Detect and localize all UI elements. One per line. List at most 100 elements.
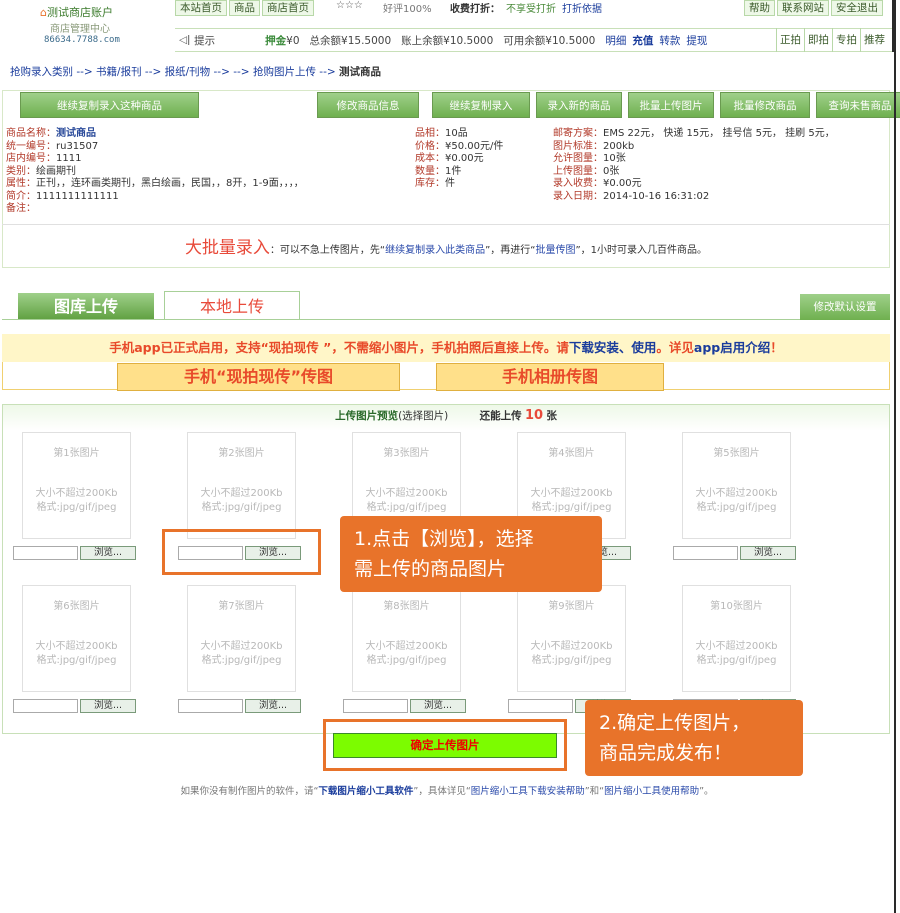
nav-special-auction[interactable]: 专拍 [832, 28, 860, 52]
tab-local-upload[interactable]: 本地上传 [164, 291, 300, 320]
info-row: 允许图量：10张 [553, 153, 835, 166]
file-path-input[interactable] [673, 546, 738, 560]
file-path-input[interactable] [13, 546, 78, 560]
available-balance: 可用余额¥10.5000 [503, 34, 596, 47]
info-value: 绘画期刊 [36, 165, 76, 177]
nav-recommend[interactable]: 推荐 [860, 28, 888, 52]
nav-regular-auction[interactable]: 正拍 [776, 28, 804, 52]
file-path-input[interactable] [508, 699, 573, 713]
usage-help-link[interactable]: 图片缩小工具使用帮助 [604, 786, 699, 797]
batch-edit-button[interactable]: 批量修改商品 [720, 92, 810, 118]
info-row: 商品名称：测试商品 [6, 128, 304, 141]
app-live-upload-button[interactable]: 手机“现拍现传”传图 [117, 363, 400, 391]
browse-button[interactable]: 浏览... [80, 546, 136, 560]
tip-link[interactable]: 提示 [194, 33, 215, 48]
unsold-query-button[interactable]: 查询未售商品 [816, 92, 900, 118]
default-settings-button[interactable]: 修改默认设置 [800, 294, 890, 320]
shop-logo-title[interactable]: ⌂测试商店账户 [40, 4, 113, 20]
info-row: 属性：正刊，，连环画类期刊，黑白绘画，民国，，8开，1-9面，，，， [6, 178, 304, 191]
info-row: 成本：¥0.00元 [415, 153, 503, 166]
breadcrumb-current: 测试商品 [339, 66, 381, 78]
info-key: 图片标准： [553, 140, 603, 152]
new-product-button[interactable]: 录入新的商品 [536, 92, 622, 118]
product-info-right: 邮寄方案：EMS 22元， 快递 15元， 挂号信 5元， 挂刷 5元， 图片标准… [553, 128, 835, 203]
info-key: 简介： [6, 190, 36, 202]
info-key: 品相： [415, 128, 445, 139]
detail-link[interactable]: 明细 [605, 33, 626, 48]
info-value: ¥0.00元 [603, 178, 642, 189]
info-value: 正刊，，连环画类期刊，黑白绘画，民国，，8开，1-9面，，，， [36, 178, 304, 189]
info-key: 类别： [6, 165, 36, 177]
discount-basis-link[interactable]: 打折依据 [562, 4, 602, 15]
file-path-input[interactable] [343, 699, 408, 713]
file-input-row: 浏览... [13, 699, 136, 713]
info-key: 备注： [6, 203, 36, 214]
action-buttons: 继续复制录入这种商品 修改商品信息 继续复制录入 录入新的商品 批量上传图片 批… [20, 92, 900, 118]
browse-button[interactable]: 浏览... [410, 699, 466, 713]
top-nav-left: 本站首页 商品 商店首页 [175, 0, 316, 16]
account-balance: 账上余额¥10.5000 [401, 34, 494, 47]
slot-label: 第2张图片 [218, 448, 265, 459]
batch-image-link[interactable]: 批量传图 [536, 245, 576, 256]
copy-category-link[interactable]: 继续复制录入此类商品 [385, 245, 485, 256]
info-row: 简介：1111111111111 [6, 191, 304, 204]
app-album-upload-button[interactable]: 手机相册传图 [436, 363, 664, 391]
nav-products[interactable]: 商品 [229, 0, 260, 16]
withdraw-link[interactable]: 提现 [686, 33, 707, 48]
copy-entry-this-button[interactable]: 继续复制录入这种商品 [20, 92, 199, 118]
copy-entry-button[interactable]: 继续复制录入 [432, 92, 530, 118]
nav-site-home[interactable]: 本站首页 [175, 0, 227, 16]
rating-stars: ☆☆☆ [336, 0, 363, 11]
speaker-icon: ◁ǀ [179, 34, 191, 46]
batch-upload-button[interactable]: 批量上传图片 [628, 92, 714, 118]
slot-size-hint: 大小不超过200Kb [35, 641, 118, 652]
slot-format-hint: 格式:jpg/gif/jpeg [36, 655, 117, 666]
transfer-link[interactable]: 转款 [659, 33, 680, 48]
install-help-link[interactable]: 图片缩小工具下载安装帮助 [471, 786, 585, 797]
browse-button[interactable]: 浏览... [245, 699, 301, 713]
nav-instant-auction[interactable]: 即拍 [804, 28, 832, 52]
browse-button[interactable]: 浏览... [740, 546, 796, 560]
app-intro-link[interactable]: app启用介绍 [694, 340, 770, 355]
browse-button[interactable]: 浏览... [80, 699, 136, 713]
breadcrumb-path[interactable]: 抢购录入类别 --> 书籍/报刊 --> 报纸/刊物 --> --> 抢购图片上… [10, 66, 336, 78]
shop-domain[interactable]: 86634.7788.com [44, 35, 120, 45]
image-slot: 第2张图片 大小不超过200Kb 格式:jpg/gif/jpeg [187, 432, 296, 539]
file-path-input[interactable] [178, 699, 243, 713]
tab-divider [2, 319, 890, 320]
fee-discount: 收费打折： 不享受打折 打折依据 [450, 4, 602, 15]
nav-contact[interactable]: 联系网站 [777, 0, 829, 16]
file-input-row: 浏览... [178, 699, 301, 713]
file-path-input[interactable] [13, 699, 78, 713]
info-value: 200kb [603, 140, 635, 152]
nav-shop-home[interactable]: 商店首页 [262, 0, 314, 16]
info-key: 库存： [415, 178, 445, 189]
info-key: 属性： [6, 178, 36, 189]
slot-label: 第4张图片 [548, 448, 595, 459]
edit-product-button[interactable]: 修改商品信息 [317, 92, 419, 118]
mode-nav: 正拍 即拍 专拍 推荐 [776, 28, 888, 52]
home-icon: ⌂ [40, 6, 47, 19]
slot-size-hint: 大小不超过200Kb [695, 488, 778, 499]
breadcrumb: 抢购录入类别 --> 书籍/报刊 --> 报纸/刊物 --> --> 抢购图片上… [10, 64, 381, 79]
info-key: 商品名称： [6, 128, 56, 139]
bulk-entry-tip: 大批量录入：可以不急上传图片，先“继续复制录入此类商品”，再进行“批量传图”，1… [2, 224, 890, 268]
app-download-link[interactable]: 下载安装、使用 [569, 340, 657, 355]
nav-logout[interactable]: 安全退出 [831, 0, 883, 16]
image-slot: 第6张图片 大小不超过200Kb 格式:jpg/gif/jpeg [22, 585, 131, 692]
file-input-row: 浏览... [673, 546, 796, 560]
deposit-value: ¥0 [286, 34, 300, 47]
browse-highlight-box [162, 529, 321, 575]
tab-library-upload[interactable]: 图库上传 [18, 293, 154, 320]
total-balance: 总余额¥15.5000 [309, 34, 392, 47]
nav-help[interactable]: 帮助 [744, 0, 775, 16]
slot-label: 第10张图片 [710, 601, 763, 612]
slot-format-hint: 格式:jpg/gif/jpeg [696, 502, 777, 513]
download-resize-tool-link[interactable]: 下载图片缩小工具软件 [318, 786, 413, 797]
slot-size-hint: 大小不超过200Kb [530, 641, 613, 652]
info-key: 数量： [415, 165, 445, 177]
info-row: 录入日期：2014-10-16 16:31:02 [553, 191, 835, 204]
info-value: 0张 [603, 165, 620, 177]
recharge-link[interactable]: 充值 [632, 33, 653, 48]
info-key: 成本： [415, 153, 445, 164]
